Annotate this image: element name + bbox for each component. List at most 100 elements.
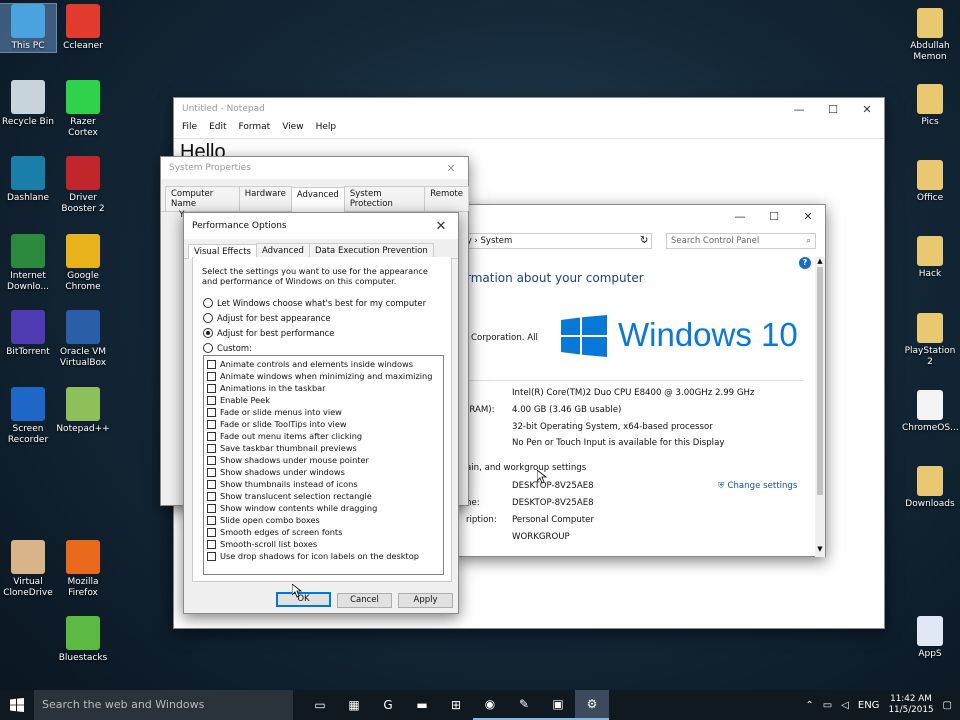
cancel-button[interactable]: Cancel [337,593,392,608]
maximize-icon[interactable]: ☐ [757,210,791,223]
radio-button[interactable] [203,297,213,308]
help-icon[interactable]: ? [799,257,811,269]
preset-radio[interactable]: Adjust for best performance [203,325,426,340]
tab-data-execution-prevention[interactable]: Data Execution Prevention [308,243,434,258]
tab-system-protection[interactable]: System Protection [343,186,426,211]
tab-computer-name[interactable]: Computer Name [165,186,240,211]
desktop-icon[interactable]: Driver Booster 2 [55,156,111,215]
system-properties-title-bar[interactable]: System Properties ✕ [161,157,468,179]
visual-effect-option[interactable]: Show shadows under windows [207,466,440,478]
desktop-icon[interactable]: Office [902,160,958,204]
notifications-icon[interactable]: ▢ [943,700,952,711]
checkbox[interactable] [207,407,216,417]
desktop-icon[interactable]: Virtual CloneDrive [0,540,56,599]
radio-button[interactable] [203,312,213,323]
store-icon[interactable]: ⊞ [439,690,473,720]
desktop-icon[interactable]: This PC [0,3,57,53]
notepad-taskbar-icon[interactable]: ✎ [507,690,541,720]
desktop-icon[interactable]: PlayStation 2 [902,313,958,368]
volume-icon[interactable]: ◁ [841,700,849,711]
menu-edit[interactable]: Edit [209,122,226,132]
visual-effect-option[interactable]: Animate controls and elements inside win… [207,358,440,370]
desktop-icon[interactable]: AppS [902,616,958,660]
visual-effect-option[interactable]: Fade or slide ToolTips into view [207,418,440,430]
desktop-icon[interactable]: Ccleaner [55,4,111,52]
desktop-icon[interactable]: Google Chrome [55,234,111,293]
visual-effect-option[interactable]: Slide open combo boxes [207,514,440,526]
visual-effect-option[interactable]: Smooth edges of screen fonts [207,526,440,538]
visual-effect-option[interactable]: Show shadows under mouse pointer [207,454,440,466]
desktop-icon[interactable]: ChromeOS... [902,390,959,434]
visual-effect-option[interactable]: Fade out menu items after clicking [207,430,440,442]
notepad-title-bar[interactable]: Untitled - Notepad — ☐ ✕ [174,98,884,120]
scroll-thumb[interactable] [817,267,823,495]
desktop-icon[interactable]: Hack [902,236,958,280]
visual-effect-option[interactable]: Show translucent selection rectangle [207,490,440,502]
scrollbar[interactable]: ▲ ▼ [815,257,825,557]
desktop-icon[interactable]: Recycle Bin [0,80,56,128]
visual-effect-option[interactable]: Fade or slide menus into view [207,406,440,418]
radio-button[interactable] [203,342,213,353]
checkbox[interactable] [207,491,216,501]
scroll-down-icon[interactable]: ▼ [815,545,825,553]
checkbox[interactable] [207,479,216,489]
tab-advanced[interactable]: Advanced [290,187,345,212]
refresh-icon[interactable]: ↻ [640,235,648,246]
change-settings-link[interactable]: ⛨ Change settings [718,481,797,491]
desktop-icon[interactable]: Mozilla Firefox [55,540,111,599]
checkbox[interactable] [207,551,216,561]
start-button[interactable] [0,690,34,720]
desktop-icon[interactable]: Screen Recorder [0,387,56,446]
checkbox[interactable] [207,371,216,381]
preset-radio[interactable]: Custom: [203,340,426,355]
desktop-icon[interactable]: Oracle VM VirtualBox [55,310,111,369]
checkbox[interactable] [207,443,216,453]
checkbox[interactable] [207,419,216,429]
checkbox[interactable] [207,359,216,369]
visual-effect-option[interactable]: Show thumbnails instead of icons [207,478,440,490]
visual-effect-option[interactable]: Animations in the taskbar [207,382,440,394]
tab-remote[interactable]: Remote [424,186,469,211]
desktop-icon[interactable]: Internet Downlo... [0,234,56,293]
radio-button[interactable] [203,327,213,338]
scroll-up-icon[interactable]: ▲ [815,257,825,265]
desktop-icon[interactable]: Bluestacks [55,616,111,664]
visual-effect-option[interactable]: Smooth-scroll list boxes [207,538,440,550]
tab-hardware[interactable]: Hardware [238,186,292,211]
ok-button[interactable]: OK [276,592,331,607]
visual-effect-option[interactable]: Animate windows when minimizing and maxi… [207,370,440,382]
visual-effect-option[interactable]: Use drop shadows for icon labels on the … [207,550,440,562]
visual-effects-list[interactable]: Animate controls and elements inside win… [203,355,444,575]
chrome-taskbar-icon[interactable]: ◉ [473,690,507,720]
desktop-icon[interactable]: BitTorrent [0,310,56,358]
close-icon[interactable]: ✕ [434,162,468,175]
system-title-bar[interactable]: — ☐ ✕ [456,205,825,227]
checkbox[interactable] [207,383,216,393]
menu-help[interactable]: Help [316,122,337,132]
preset-radio[interactable]: Let Windows choose what's best for my co… [203,295,426,310]
preset-radio[interactable]: Adjust for best appearance [203,310,426,325]
checkbox[interactable] [207,503,216,513]
visual-effect-option[interactable]: Save taskbar thumbnail previews [207,442,440,454]
close-icon[interactable]: ✕ [424,219,458,234]
calculator-icon[interactable]: ▦ [337,690,371,720]
taskbar-search-box[interactable]: Search the web and Windows [34,690,293,720]
checkbox[interactable] [207,527,216,537]
apply-button[interactable]: Apply [398,593,453,608]
desktop-icon[interactable]: Notepad++ [55,387,111,435]
tab-advanced[interactable]: Advanced [255,243,310,258]
network-icon[interactable]: ▭ [823,700,832,711]
task-view-icon[interactable]: ▭ [303,690,337,720]
performance-options-title-bar[interactable]: Performance Options ✕ [184,213,458,239]
file-explorer-icon[interactable]: ▬ [405,690,439,720]
maximize-icon[interactable]: ☐ [816,103,850,116]
address-bar[interactable]: ity › System ⌄ [456,233,652,249]
clock[interactable]: 11:42 AM 11/5/2015 [888,694,933,716]
checkbox[interactable] [207,455,216,465]
desktop-icon[interactable]: Pics [902,84,958,128]
checkbox[interactable] [207,467,216,477]
desktop-icon[interactable]: Downloads [902,466,958,510]
minimize-icon[interactable]: — [782,103,816,116]
close-icon[interactable]: ✕ [850,103,884,116]
checkbox[interactable] [207,395,216,405]
